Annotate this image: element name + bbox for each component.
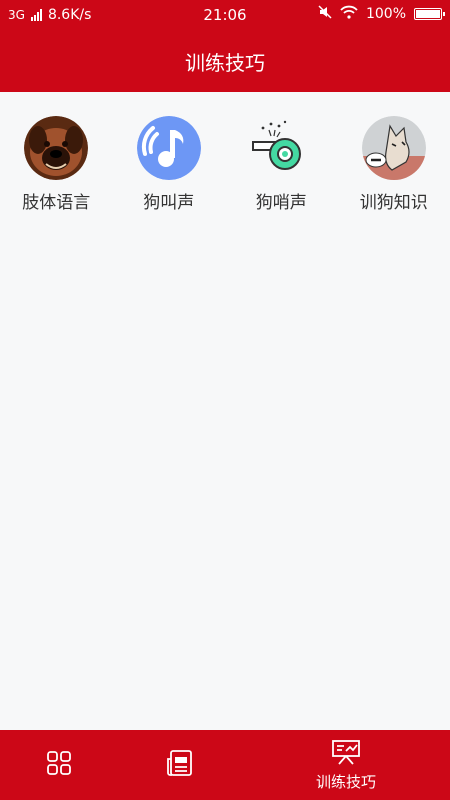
feature-dog-knowledge[interactable]: 训狗知识 xyxy=(338,116,450,216)
whistle-icon xyxy=(249,116,313,180)
music-note-icon xyxy=(136,116,201,180)
feature-dog-bark[interactable]: 狗叫声 xyxy=(113,116,226,216)
feature-label: 狗哨声 xyxy=(255,193,307,213)
feature-grid: 肢体语言 狗叫声 狗哨声 训狗知识 xyxy=(0,116,450,216)
nav-item-training[interactable]: 训练技巧 xyxy=(242,730,450,800)
battery-percent: 100% xyxy=(365,6,406,22)
nav-label-training: 训练技巧 xyxy=(315,772,376,791)
status-bar: 3G 8.6K/s 21:06 100% xyxy=(0,0,450,30)
network-type: 3G xyxy=(8,8,25,22)
page-title: 训练技巧 xyxy=(185,50,265,75)
feature-dog-whistle[interactable]: 狗哨声 xyxy=(225,116,338,216)
dog-face-icon xyxy=(24,116,89,180)
grid-icon xyxy=(46,750,72,780)
mute-icon xyxy=(318,5,332,23)
network-speed: 8.6K/s xyxy=(47,7,92,23)
feature-label: 肢体语言 xyxy=(22,193,91,213)
dog-knowledge-icon xyxy=(361,116,426,180)
nav-item-news[interactable] xyxy=(118,730,242,800)
nav-item-home[interactable] xyxy=(0,730,118,800)
feature-body-language[interactable]: 肢体语言 xyxy=(0,116,113,216)
status-right: 100% xyxy=(318,5,445,23)
feature-label: 狗叫声 xyxy=(143,193,195,213)
news-icon xyxy=(166,749,194,781)
wifi-icon xyxy=(340,5,358,23)
feature-label: 训狗知识 xyxy=(359,193,428,213)
status-left: 3G 8.6K/s xyxy=(8,7,91,23)
battery-icon xyxy=(414,8,445,20)
training-board-icon xyxy=(331,739,361,769)
app-header: 训练技巧 xyxy=(0,30,450,92)
bottom-nav: 训练技巧 xyxy=(0,730,450,800)
signal-icon xyxy=(30,9,42,21)
